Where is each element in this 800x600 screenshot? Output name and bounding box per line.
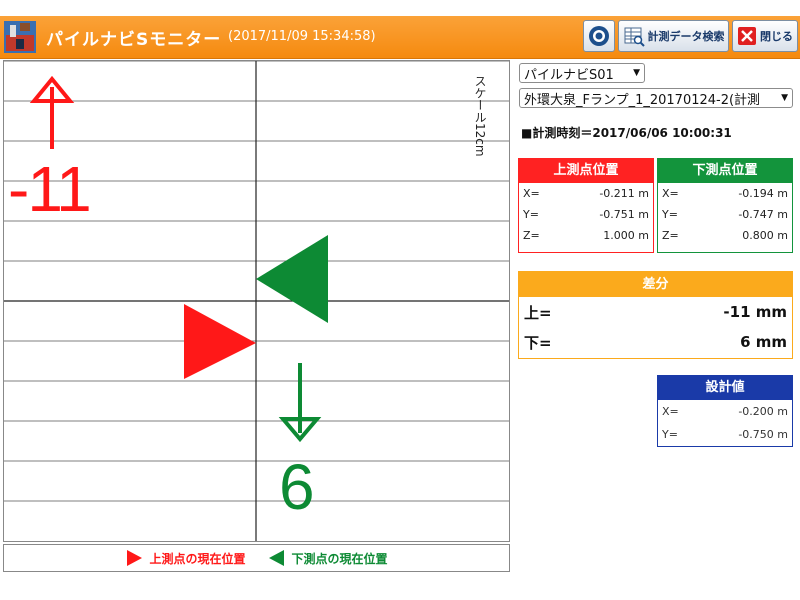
difference-panel: 差分 上= -11 mm 下= 6 mm [518,271,793,359]
coord-value: -0.750 m [738,428,788,441]
coord-value: -0.751 m [599,208,649,221]
close-x-icon [738,27,756,45]
lower-diff-display: 6 [279,451,315,523]
coord-label: Z= [523,229,540,242]
job-select-value: 外環大泉_Fランプ_1_20170124-2(計測 [524,92,761,108]
coord-value: -0.194 m [738,187,788,200]
search-data-button[interactable]: 計測データ検索 [618,20,729,52]
design-x-row: X= -0.200 m [658,400,792,423]
diff-lower-row: 下= 6 mm [519,327,792,357]
search-data-label: 計測データ検索 [647,30,725,43]
design-y-row: Y= -0.750 m [658,423,792,446]
monitor-legend: 上測点の現在位置 下測点の現在位置 [3,544,510,572]
app-logo-icon [4,21,36,53]
coord-label: Z= [662,229,679,242]
design-value-title: 設計値 [658,376,792,400]
job-select[interactable]: 外環大泉_Fランプ_1_20170124-2(計測 ▼ [519,88,793,108]
coord-label: X= [662,405,679,418]
header-timestamp: (2017/11/09 15:34:58) [228,29,376,44]
upper-point-title: 上測点位置 [519,159,653,183]
legend-upper-label: 上測点の現在位置 [149,551,246,566]
upper-point-panel: 上測点位置 X= -0.211 m Y= -0.751 m Z= 1.000 m [518,158,654,253]
legend-upper-marker-icon [127,550,143,566]
app-title: パイルナビSモニター [46,30,222,50]
lower-y-row: Y= -0.747 m [658,204,792,225]
diff-value: -11 mm [723,303,787,321]
upper-point-marker [184,304,256,379]
pile-select[interactable]: パイルナビS01 ▼ [519,63,645,83]
pile-select-value: パイルナビS01 [524,67,614,83]
camera-button[interactable] [583,20,615,52]
up-arrow-icon [29,75,75,149]
monitor-app: パイルナビSモニター (2017/11/09 15:34:58) 計測データ検索 [0,0,800,600]
legend-lower-marker-icon [268,550,284,566]
diff-value: 6 mm [740,333,787,351]
upper-diff-display: -11 [8,153,92,225]
coord-label: Y= [662,208,678,221]
monitor-graphic [4,61,509,541]
diff-label: 上= [524,303,552,322]
close-button[interactable]: 閉じる [732,20,798,52]
upper-y-row: Y= -0.751 m [519,204,653,225]
coord-value: -0.747 m [738,208,788,221]
legend-lower: 下測点の現在位置 [268,549,388,567]
down-arrow-icon [278,363,322,443]
dropdown-arrow-icon: ▼ [781,93,788,103]
coord-label: X= [662,187,679,200]
scale-label: スケール12cm [473,75,487,157]
lower-x-row: X= -0.194 m [658,183,792,204]
coord-value: -0.200 m [738,405,788,418]
upper-x-row: X= -0.211 m [519,183,653,204]
search-data-icon [624,27,645,47]
header-bar: パイルナビSモニター (2017/11/09 15:34:58) 計測データ検索 [0,16,800,59]
coord-value: -0.211 m [599,187,649,200]
lower-z-row: Z= 0.800 m [658,225,792,246]
upper-z-row: Z= 1.000 m [519,225,653,246]
design-value-panel: 設計値 X= -0.200 m Y= -0.750 m [657,375,793,447]
lower-point-marker [256,235,328,323]
lower-point-panel: 下測点位置 X= -0.194 m Y= -0.747 m Z= 0.800 m [657,158,793,253]
coord-label: X= [523,187,540,200]
close-label: 閉じる [760,30,793,43]
lower-point-title: 下測点位置 [658,159,792,183]
diff-upper-row: 上= -11 mm [519,297,792,327]
coord-value: 1.000 m [603,229,649,242]
coord-label: Y= [662,428,678,441]
dropdown-arrow-icon: ▼ [633,68,640,78]
measure-time: ■計測時刻＝2017/06/06 10:00:31 [521,126,732,140]
coord-label: Y= [523,208,539,221]
difference-title: 差分 [519,272,792,297]
diff-label: 下= [524,333,552,352]
camera-icon [589,26,609,46]
monitor-canvas: スケール12cm -11 6 [3,60,510,542]
coord-value: 0.800 m [742,229,788,242]
legend-lower-label: 下測点の現在位置 [291,551,388,566]
legend-upper: 上測点の現在位置 [125,549,246,567]
